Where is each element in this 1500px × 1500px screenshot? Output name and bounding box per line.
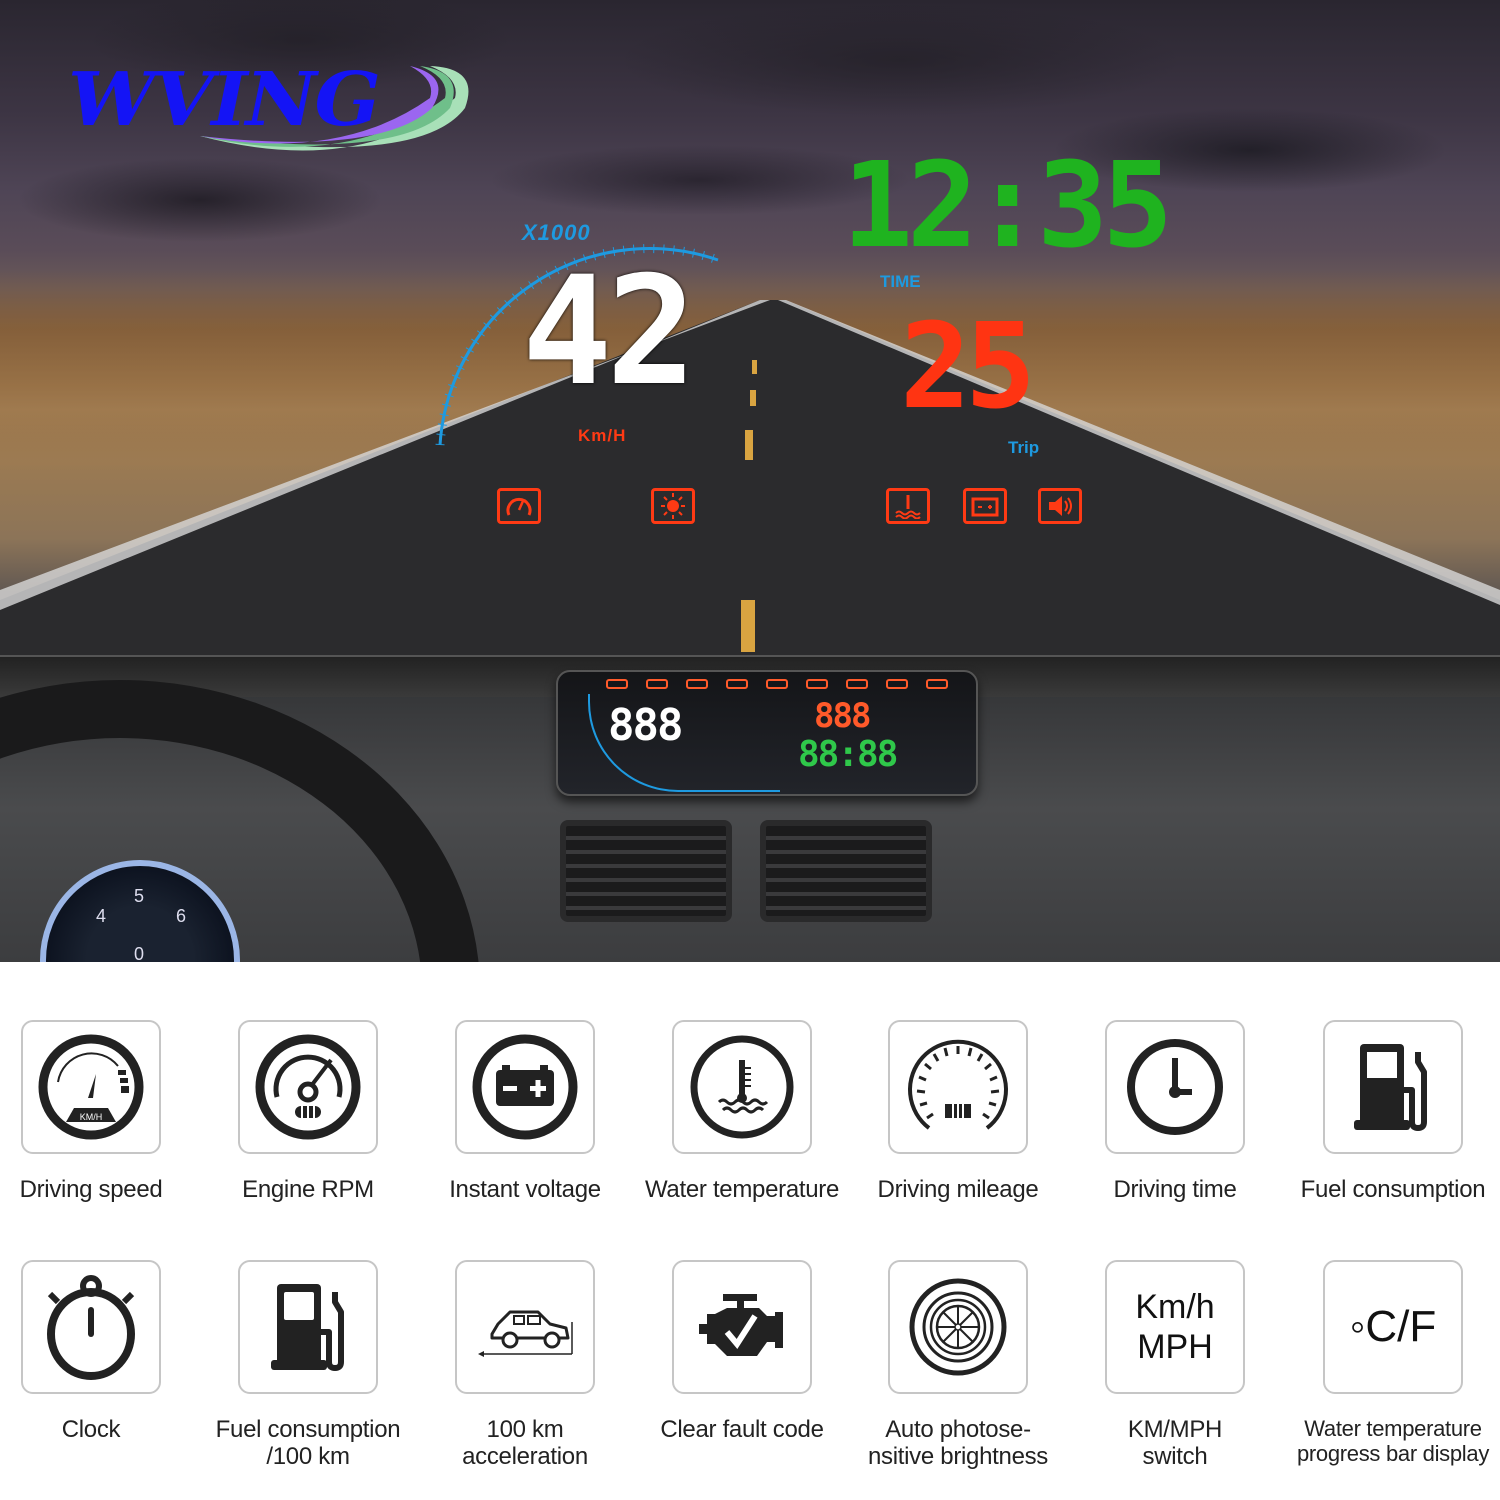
feature-fuel-per-100km: Fuel consumption /100 km [200,1260,416,1470]
feature-label: Water temperature [644,1176,840,1203]
device-indicator-icon [686,679,708,689]
feature-label: 100 km acceleration [462,1416,588,1470]
device-indicator-icon [926,679,948,689]
gauge-tick: 4 [96,906,107,926]
battery-icon [472,1034,578,1140]
feature-driving-speed: KM/H Driving speed [0,1020,199,1203]
gauge-tick: 0 [134,944,145,962]
speedometer-icon: KM/H [38,1034,144,1140]
feature-driving-time: Driving time [1067,1020,1283,1203]
trip-readout: 25 [900,297,1036,435]
device-indicator-icon [766,679,788,689]
feature-label: Instant voltage [449,1176,601,1203]
brand-logo: WVING [60,58,470,162]
fuel-pump-icon [1354,1044,1427,1131]
feature-auto-brightness: Auto photose- nsitive brightness [850,1260,1066,1470]
device-speed-display: 888 [608,700,683,751]
water-temperature-icon [690,1035,794,1139]
device-clock-display: 88:88 [798,734,898,775]
feature-label: Water temperature progress bar display [1296,1416,1490,1466]
hud-device: 888 888 88:88 [556,670,978,796]
device-fuel-display: 888 [814,696,871,736]
trip-label: Trip [1008,438,1040,457]
unit-switch-icon: Km/h MPH [1135,1288,1215,1366]
feature-label: Engine RPM [242,1176,374,1203]
feature-label: Driving mileage [877,1176,1039,1203]
light-sensor-icon [909,1278,1007,1376]
battery-icon [963,488,1007,524]
feature-km-mph-switch: Km/h MPH KM/MPH switch [1067,1260,1283,1470]
feature-label: Driving speed [19,1176,163,1203]
feature-driving-mileage: Driving mileage [850,1020,1066,1203]
feature-label: Fuel consumption [1300,1176,1486,1203]
engine-check-icon [699,1294,783,1356]
feature-100km-acceleration: 100 km acceleration [417,1260,633,1470]
device-indicator-icon [726,679,748,689]
water-temperature-icon [886,488,930,524]
brightness-icon [651,488,695,524]
feature-label: Fuel consumption /100 km [215,1416,401,1470]
hero-photo: WVING X1000 42 Km/H 12:35 TIME 25 Trip 0… [0,0,1500,962]
device-indicator-icon [606,679,628,689]
svg-text:KM/H: KM/H [80,1112,103,1122]
odometer-icon [908,1039,1008,1130]
feature-label: KM/MPH switch [1127,1416,1223,1470]
temperature-unit-icon: ◦C/F [1349,1302,1437,1351]
fuel-pump-icon [271,1284,344,1371]
air-vent-left [560,820,732,922]
feature-clock: Clock [0,1260,199,1443]
feature-water-temp-progress: ◦C/F Water temperature progress bar disp… [1285,1260,1500,1466]
feature-instant-voltage: Instant voltage [417,1020,633,1203]
feature-label: Clear fault code [660,1416,824,1443]
logo-text: WVING [68,57,381,143]
rpm-scale-label: X1000 [522,220,591,245]
speaker-icon [1038,488,1082,524]
device-indicator-icon [846,679,868,689]
air-vent-right [760,820,932,922]
speed-readout: 42 [522,245,697,419]
feature-engine-rpm: Engine RPM [200,1020,416,1203]
time-label: TIME [880,272,921,291]
feature-water-temperature: Water temperature [634,1020,850,1203]
gauge-tick: 5 [134,886,145,906]
feature-label: Driving time [1113,1176,1237,1203]
device-indicator-icon [646,679,668,689]
gauge-tick: 6 [176,906,187,926]
clock-icon [1127,1039,1223,1135]
device-indicator-icon [886,679,908,689]
speed-unit-label: Km/H [578,426,627,445]
feature-label: Clock [61,1416,121,1443]
feature-grid: KM/H Driving speed Engine RPM Instant vo… [0,962,1500,1500]
feature-label: Auto photose- nsitive brightness [867,1416,1049,1470]
feature-clear-fault-code: Clear fault code [634,1260,850,1443]
speedometer-icon [497,488,541,524]
tachometer-icon [255,1034,361,1140]
time-readout: 12:35 [842,136,1173,274]
car-acceleration-icon [478,1310,573,1357]
feature-fuel-consumption: Fuel consumption [1285,1020,1500,1203]
device-indicator-icon [806,679,828,689]
stopwatch-icon [47,1275,135,1380]
